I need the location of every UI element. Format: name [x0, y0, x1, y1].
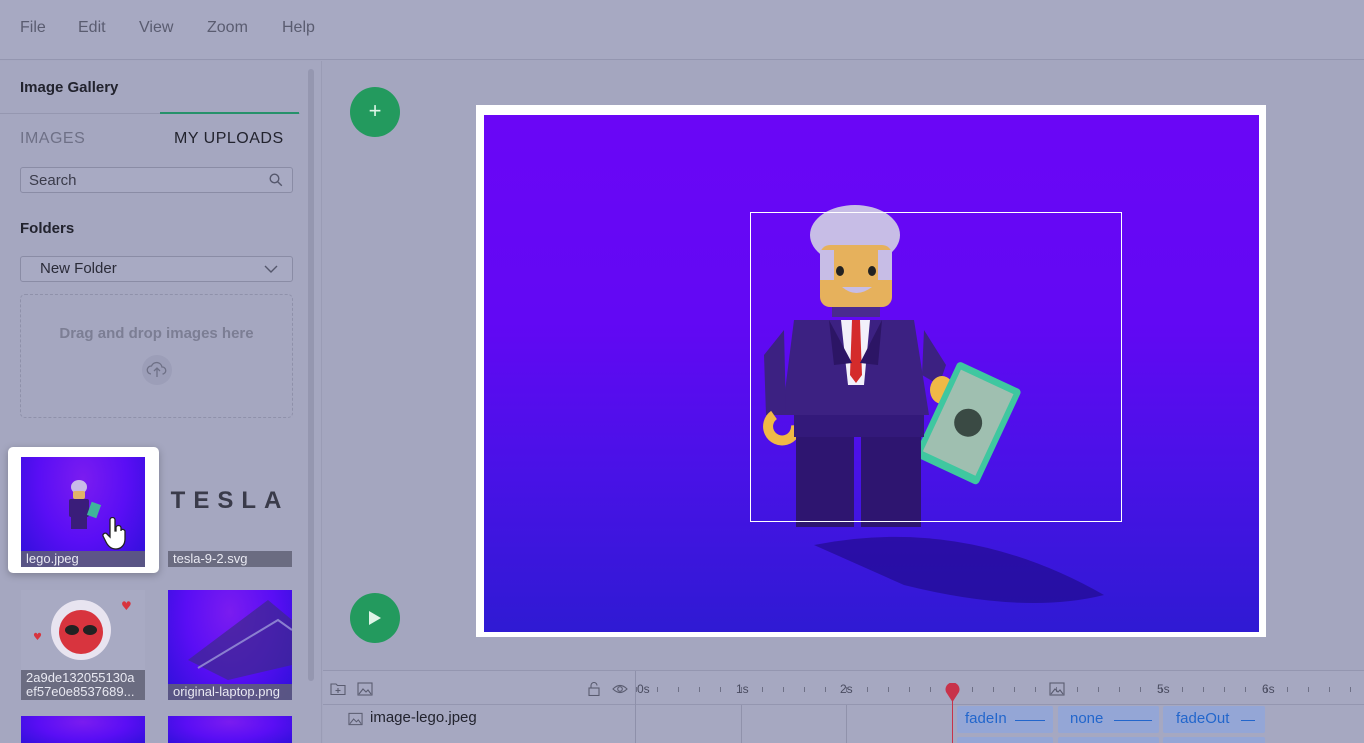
ruler-tick: [720, 687, 721, 692]
thumbnail-laptop[interactable]: original-laptop.png: [168, 590, 292, 700]
ruler-tick: [1182, 687, 1183, 692]
thumbnail-caption: lego.jpeg: [21, 551, 145, 567]
ruler-tick: [1035, 687, 1036, 692]
dropzone-text: Drag and drop images here: [59, 325, 254, 342]
upload-cloud-icon: [142, 355, 172, 385]
arrow-icon: [1114, 720, 1152, 721]
ruler-tick: [804, 687, 805, 692]
ruler-tick: [1224, 687, 1225, 692]
thumbnail-partial-1[interactable]: [21, 716, 145, 743]
sidebar-scrollbar[interactable]: [308, 69, 314, 681]
folder-selected-value: New Folder: [40, 260, 117, 277]
ruler-tick: [972, 687, 973, 692]
ruler-tick: [825, 687, 826, 692]
play-icon: [369, 611, 381, 625]
tab-images[interactable]: IMAGES: [20, 130, 85, 148]
track-label[interactable]: image-lego.jpeg: [370, 709, 477, 726]
gallery-title: Image Gallery: [20, 79, 119, 96]
tick-label-0s: 0s: [637, 682, 650, 696]
tab-my-uploads[interactable]: MY UPLOADS: [174, 130, 284, 148]
thumbnail-tesla[interactable]: TESLA tesla-9-2.svg: [168, 457, 292, 567]
ruler-tick: [993, 687, 994, 692]
playhead-handle[interactable]: [944, 683, 961, 703]
hand-cursor-icon: [102, 517, 126, 550]
lock-icon[interactable]: [586, 682, 602, 696]
image-gallery-sidebar: Image Gallery IMAGES MY UPLOADS Folders …: [0, 61, 322, 743]
thumbnail-caption: tesla-9-2.svg: [168, 551, 292, 567]
arrow-icon: [1241, 720, 1255, 721]
active-tab-indicator: [160, 112, 299, 114]
tick-label-2s: 2s: [840, 682, 853, 696]
segment-label: fadeIn: [965, 710, 1007, 727]
keyframe-image-icon: [1049, 682, 1065, 696]
ruler-tick: [1077, 687, 1078, 692]
add-folder-icon[interactable]: [330, 682, 346, 696]
menu-zoom[interactable]: Zoom: [207, 19, 248, 37]
ruler-tick: [867, 687, 868, 692]
segment-none[interactable]: none: [1058, 706, 1159, 733]
ruler-tick: [909, 687, 910, 692]
segment-label: none: [1070, 710, 1104, 727]
image-dropzone[interactable]: Drag and drop images here: [20, 294, 293, 418]
segment-next-row[interactable]: [1163, 737, 1265, 743]
ruler-tick: [678, 687, 679, 692]
ruler-tick: [1098, 687, 1099, 692]
segment-fadein[interactable]: fadeIn: [957, 706, 1053, 733]
ruler-tick: [1329, 687, 1330, 692]
ruler-tick: [1308, 687, 1309, 692]
ruler-tick: [888, 687, 889, 692]
thumbnail-deadpool[interactable]: ♥ ♥ 2a9de132055130aef57e0e8537689...: [21, 590, 145, 700]
ruler-tick: [1014, 687, 1015, 692]
menu-bar: File Edit View Zoom Help: [0, 0, 1364, 60]
folder-select[interactable]: New Folder: [20, 256, 293, 282]
tick-label-6s: 6s: [1262, 682, 1275, 696]
selection-bounding-box[interactable]: [750, 212, 1122, 522]
ruler-tick: [930, 687, 931, 692]
ruler-tick: [1245, 687, 1246, 692]
ruler-tick: [783, 687, 784, 692]
ruler-tick: [762, 687, 763, 692]
segment-label: fadeOut: [1176, 710, 1230, 727]
grid-line: [741, 705, 742, 743]
thumbnail-lego[interactable]: lego.jpeg: [21, 457, 145, 567]
menu-view[interactable]: View: [139, 19, 173, 37]
thumbnail-caption: 2a9de132055130aef57e0e8537689...: [21, 670, 145, 700]
ruler-tick: [1203, 687, 1204, 692]
play-button[interactable]: [350, 593, 400, 643]
svg-text:♥: ♥: [121, 599, 132, 613]
menu-file[interactable]: File: [20, 19, 46, 37]
timeline-divider: [635, 671, 636, 743]
ruler-tick: [1287, 687, 1288, 692]
grid-line: [846, 705, 847, 743]
add-image-icon[interactable]: [357, 682, 373, 696]
segment-next-row[interactable]: [1058, 737, 1159, 743]
ruler-tick: [1119, 687, 1120, 692]
tick-label-1s: 1s: [736, 682, 749, 696]
thumbnail-caption: original-laptop.png: [168, 684, 292, 700]
menu-edit[interactable]: Edit: [78, 19, 106, 37]
thumbnail-partial-2[interactable]: [168, 716, 292, 743]
menu-help[interactable]: Help: [282, 19, 315, 37]
plus-icon: +: [368, 98, 382, 123]
add-button[interactable]: +: [350, 87, 400, 137]
eye-icon[interactable]: [612, 682, 628, 696]
ruler-tick: [1350, 687, 1351, 692]
tesla-logo: TESLA: [170, 487, 290, 514]
segment-next-row[interactable]: [957, 737, 1053, 743]
ruler-tick: [699, 687, 700, 692]
folders-label: Folders: [20, 220, 75, 237]
svg-text:♥: ♥: [33, 632, 42, 643]
segment-fadeout[interactable]: fadeOut: [1163, 706, 1265, 733]
image-track-icon: [348, 712, 363, 726]
timeline-panel: 0s 1s 2s 5s 6s image-lego.jpeg fadeIn no…: [323, 670, 1364, 743]
tick-label-5s: 5s: [1157, 682, 1170, 696]
ruler-tick: [1140, 687, 1141, 692]
search-input[interactable]: [29, 171, 259, 189]
search-box: [20, 167, 293, 193]
search-icon[interactable]: [269, 173, 283, 187]
chevron-down-icon: [264, 265, 278, 273]
ruler-tick: [657, 687, 658, 692]
arrow-icon: [1015, 720, 1045, 721]
